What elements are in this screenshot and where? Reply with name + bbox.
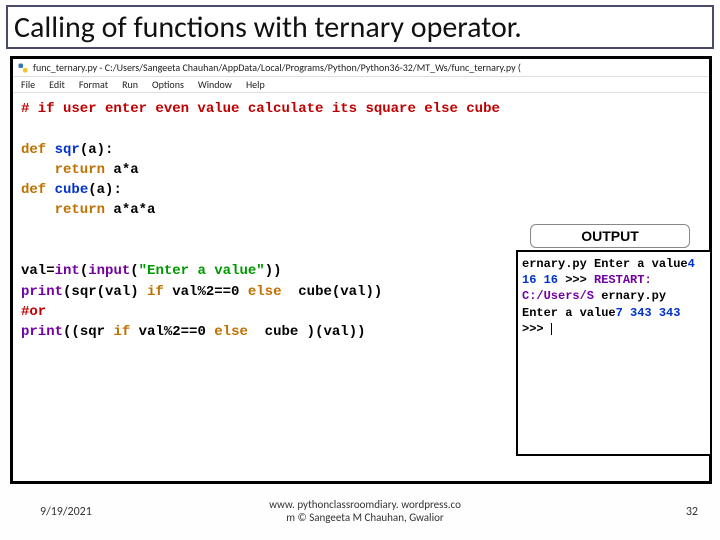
out-result: 343 (659, 306, 681, 320)
kw-return: return (21, 202, 105, 218)
slide-title-box: Calling of functions with ternary operat… (6, 5, 714, 49)
open1: ( (80, 263, 88, 279)
menu-window[interactable]: Window (198, 78, 232, 91)
kw-def: def (21, 182, 46, 198)
kw-return: return (21, 162, 105, 178)
p1a: (sqr(val) (63, 284, 147, 300)
code-comment-2: #or (21, 304, 46, 320)
out-prompt: Enter a value (522, 306, 616, 320)
editor-titlebar: func_ternary.py - C:/Users/Sangeeta Chau… (13, 59, 709, 77)
builtin-print: print (21, 284, 63, 300)
menu-format[interactable]: Format (79, 78, 108, 91)
val-lhs: val= (21, 263, 55, 279)
builtin-int: int (55, 263, 80, 279)
out-input: 4 (688, 257, 695, 271)
code-comment-1: # if user enter even value calculate its… (21, 101, 500, 117)
out-repl: >>> (522, 322, 551, 336)
output-console: ernary.py Enter a value4 16 16 >>> RESTA… (516, 250, 712, 456)
slide-title: Calling of functions with ternary operat… (14, 9, 522, 46)
sqr-body: a*a (105, 162, 139, 178)
kw-if: if (147, 284, 164, 300)
fn-sqr: sqr (46, 142, 80, 158)
python-file-icon (17, 62, 29, 74)
menu-options[interactable]: Options (152, 78, 184, 91)
out-line: ernary.py (601, 289, 666, 303)
kw-else: else (248, 284, 282, 300)
kw-else: else (214, 324, 248, 340)
menu-help[interactable]: Help (246, 78, 265, 91)
builtin-print: print (21, 324, 63, 340)
footer-line2: m © Sangeeta M Chauhan, Gwalior (286, 511, 443, 524)
kw-def: def (21, 142, 46, 158)
menu-run[interactable]: Run (122, 78, 138, 91)
fn-cube: cube (46, 182, 88, 198)
cursor-icon (551, 323, 552, 335)
editor-menubar: File Edit Format Run Options Window Help (13, 77, 709, 93)
out-result: 16 (544, 273, 558, 287)
str-prompt: "Enter a value" (139, 263, 265, 279)
out-input: 7 (616, 306, 623, 320)
out-line: ernary.py (522, 257, 587, 271)
p2c: cube )(val)) (248, 324, 366, 340)
p1b: val%2==0 (164, 284, 248, 300)
output-label: OUTPUT (581, 228, 639, 244)
close12: )) (265, 263, 282, 279)
footer-date: 9/19/2021 (40, 505, 92, 519)
p2b: val%2==0 (130, 324, 214, 340)
out-result: 343 (630, 306, 652, 320)
footer-attribution: www. pythonclassroomdiary. wordpress.co … (210, 498, 520, 524)
kw-if: if (113, 324, 130, 340)
builtin-input: input (88, 263, 130, 279)
editor-file-path: func_ternary.py - C:/Users/Sangeeta Chau… (33, 61, 521, 74)
open2: ( (130, 263, 138, 279)
menu-file[interactable]: File (21, 78, 35, 91)
out-result: 16 (522, 273, 536, 287)
footer-line1: www. pythonclassroomdiary. wordpress.co (269, 498, 461, 511)
out-prompt: Enter a value (594, 257, 688, 271)
cube-sig: (a): (88, 182, 122, 198)
cube-body: a*a*a (105, 202, 155, 218)
sqr-sig: (a): (80, 142, 114, 158)
p1c: cube(val)) (281, 284, 382, 300)
p2a: ((sqr (63, 324, 113, 340)
menu-edit[interactable]: Edit (49, 78, 65, 91)
output-label-box: OUTPUT (530, 224, 690, 248)
footer-page-number: 32 (686, 505, 698, 519)
out-repl: >>> (565, 273, 587, 287)
